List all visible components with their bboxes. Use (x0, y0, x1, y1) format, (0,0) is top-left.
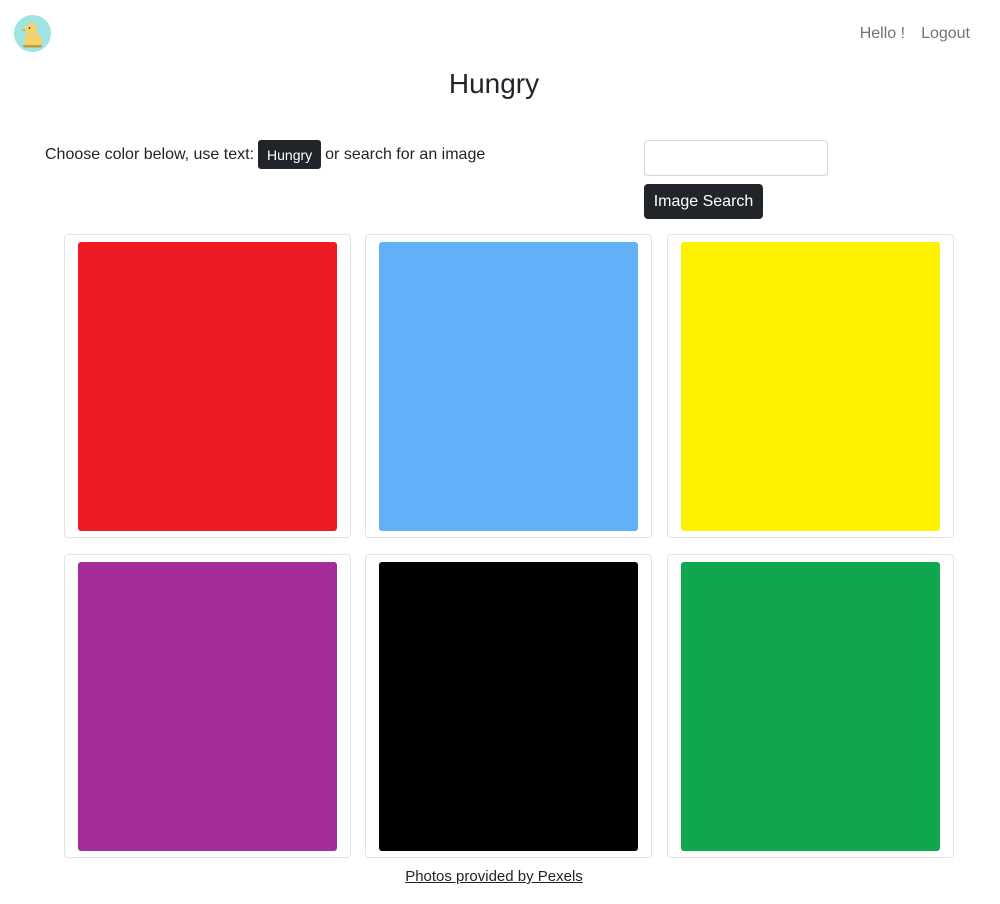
image-search-button[interactable]: Image Search (644, 184, 763, 219)
color-swatch[interactable] (379, 562, 638, 851)
color-swatch[interactable] (681, 562, 940, 851)
logout-link[interactable]: Logout (921, 25, 970, 43)
nav-links: Hello ! Logout (860, 25, 970, 43)
footer: Photos provided by Pexels (0, 868, 988, 885)
instructions-prefix: Choose color below, use text: (45, 145, 255, 163)
use-text-chip[interactable]: Hungry (258, 140, 322, 169)
image-search-input[interactable] (644, 140, 828, 176)
color-card-green[interactable] (667, 554, 954, 858)
color-card-black[interactable] (365, 554, 652, 858)
page: Hello ! Logout Hungry Choose color below… (0, 0, 1000, 904)
color-card-red[interactable] (64, 234, 351, 538)
color-card-yellow[interactable] (667, 234, 954, 538)
navbar: Hello ! Logout (0, 0, 1000, 68)
instructions: Choose color below, use text: Hungry or … (45, 140, 485, 169)
color-swatch[interactable] (379, 242, 638, 531)
color-swatch[interactable] (78, 242, 337, 531)
pexels-credit-link[interactable]: Photos provided by Pexels (405, 868, 583, 885)
color-swatch[interactable] (681, 242, 940, 531)
color-card-purple[interactable] (64, 554, 351, 858)
instructions-suffix: or search for an image (325, 145, 486, 163)
color-swatch[interactable] (78, 562, 337, 851)
greeting-link[interactable]: Hello ! (860, 25, 905, 43)
page-title: Hungry (448, 68, 540, 99)
duck-logo-icon[interactable] (14, 15, 51, 52)
color-card-blue[interactable] (365, 234, 652, 538)
